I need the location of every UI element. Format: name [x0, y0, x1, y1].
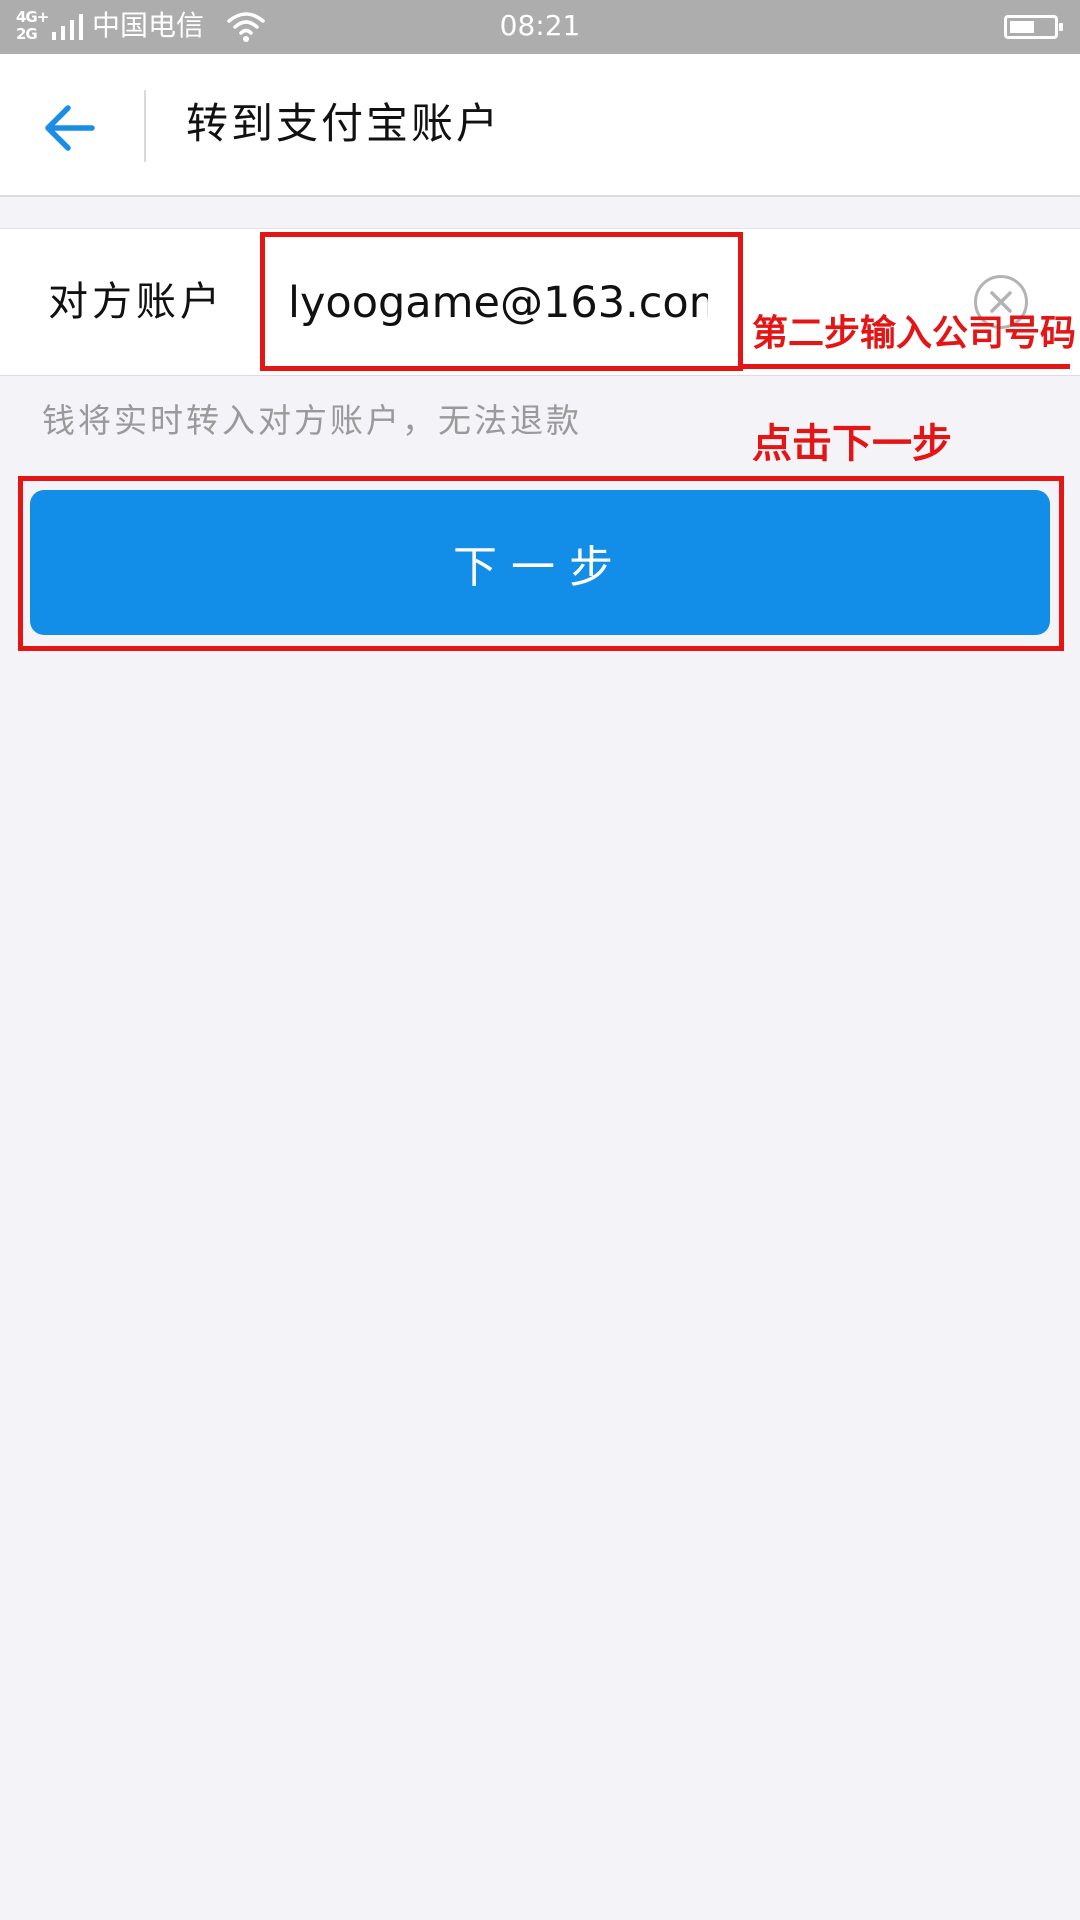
annotation-underline: [742, 364, 1070, 369]
refund-hint: 钱将实时转入对方账户，无法退款: [42, 401, 582, 440]
battery-icon: [1004, 15, 1063, 39]
back-button[interactable]: [40, 98, 100, 158]
account-label: 对方账户: [48, 279, 224, 325]
annotation-click-next: 点击下一步: [752, 421, 952, 467]
annotation-step2: 第二步输入公司号码: [752, 313, 1077, 354]
nav-divider: [144, 90, 146, 162]
arrow-left-icon: [45, 105, 95, 151]
clock: 08:21: [499, 9, 581, 42]
transfer-page: 4G+ 2G 中国电信 08:21 转到支付宝账户 对方账户 lyoogame@…: [0, 0, 1080, 1920]
account-input[interactable]: [288, 269, 708, 337]
status-bar: 4G+ 2G 中国电信 08:21: [0, 0, 1080, 54]
nav-bar: 转到支付宝账户: [0, 54, 1080, 197]
next-button[interactable]: 下一步: [30, 490, 1050, 635]
page-title: 转到支付宝账户: [186, 99, 502, 148]
